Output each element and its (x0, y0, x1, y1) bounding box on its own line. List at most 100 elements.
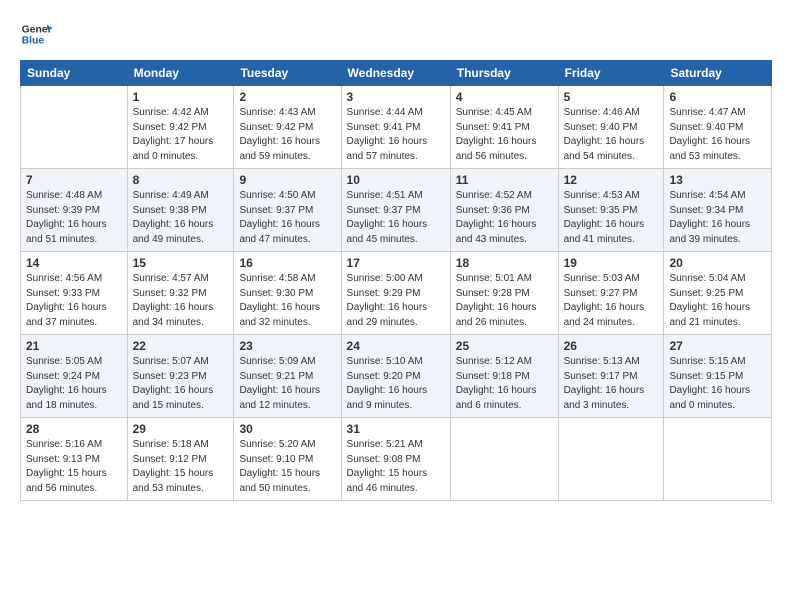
day-number: 22 (133, 339, 229, 353)
day-info: Sunrise: 4:53 AM Sunset: 9:35 PM Dayligh… (564, 189, 659, 247)
calendar-cell (664, 418, 772, 501)
calendar-cell: 19 Sunrise: 5:03 AM Sunset: 9:27 PM Dayli… (558, 252, 664, 335)
day-number: 16 (239, 256, 335, 270)
day-number: 3 (347, 90, 445, 104)
day-info: Sunrise: 4:46 AM Sunset: 9:40 PM Dayligh… (564, 106, 659, 164)
weekday-saturday: Saturday (664, 61, 772, 86)
calendar-cell: 6Sunrise: 4:47 AM Sunset: 9:40 PM Daylig… (664, 86, 772, 169)
day-number: 8 (133, 173, 229, 187)
weekday-wednesday: Wednesday (341, 61, 450, 86)
day-number: 18 (456, 256, 553, 270)
day-info: Sunrise: 4:51 AM Sunset: 9:37 PM Dayligh… (347, 189, 445, 247)
weekday-friday: Friday (558, 61, 664, 86)
day-number: 30 (239, 422, 335, 436)
day-info: Sunrise: 5:13 AM Sunset: 9:17 PM Dayligh… (564, 355, 659, 413)
day-info: Sunrise: 5:07 AM Sunset: 9:23 PM Dayligh… (133, 355, 229, 413)
day-info: Sunrise: 4:44 AM Sunset: 9:41 PM Dayligh… (347, 106, 445, 164)
day-info: Sunrise: 4:49 AM Sunset: 9:38 PM Dayligh… (133, 189, 229, 247)
day-info: Sunrise: 5:10 AM Sunset: 9:20 PM Dayligh… (347, 355, 445, 413)
day-number: 21 (26, 339, 122, 353)
day-number: 2 (239, 90, 335, 104)
day-info: Sunrise: 4:42 AM Sunset: 9:42 PM Dayligh… (133, 106, 229, 164)
calendar-cell: 14 Sunrise: 4:56 AM Sunset: 9:33 PM Dayli… (21, 252, 128, 335)
day-number: 20 (669, 256, 766, 270)
day-number: 5 (564, 90, 659, 104)
calendar-cell: 31Sunrise: 5:21 AM Sunset: 9:08 PM Dayli… (341, 418, 450, 501)
day-info: Sunrise: 4:47 AM Sunset: 9:40 PM Dayligh… (669, 106, 766, 164)
day-number: 26 (564, 339, 659, 353)
calendar-cell: 18 Sunrise: 5:01 AM Sunset: 9:28 PM Dayli… (450, 252, 558, 335)
calendar-cell (450, 418, 558, 501)
calendar-cell: 5 Sunrise: 4:46 AM Sunset: 9:40 PM Daylig… (558, 86, 664, 169)
day-number: 12 (564, 173, 659, 187)
day-number: 23 (239, 339, 335, 353)
day-number: 10 (347, 173, 445, 187)
weekday-sunday: Sunday (21, 61, 128, 86)
day-info: Sunrise: 4:50 AM Sunset: 9:37 PM Dayligh… (239, 189, 335, 247)
day-number: 29 (133, 422, 229, 436)
week-row-4: 21Sunrise: 5:05 AM Sunset: 9:24 PM Dayli… (21, 335, 772, 418)
calendar-cell: 13Sunrise: 4:54 AM Sunset: 9:34 PM Dayli… (664, 169, 772, 252)
day-number: 24 (347, 339, 445, 353)
day-info: Sunrise: 5:16 AM Sunset: 9:13 PM Dayligh… (26, 438, 122, 496)
day-number: 4 (456, 90, 553, 104)
day-info: Sunrise: 5:01 AM Sunset: 9:28 PM Dayligh… (456, 272, 553, 330)
day-info: Sunrise: 5:00 AM Sunset: 9:29 PM Dayligh… (347, 272, 445, 330)
calendar-cell: 2 Sunrise: 4:43 AM Sunset: 9:42 PM Daylig… (234, 86, 341, 169)
day-number: 19 (564, 256, 659, 270)
day-info: Sunrise: 5:12 AM Sunset: 9:18 PM Dayligh… (456, 355, 553, 413)
calendar-cell: 26 Sunrise: 5:13 AM Sunset: 9:17 PM Dayli… (558, 335, 664, 418)
day-info: Sunrise: 4:58 AM Sunset: 9:30 PM Dayligh… (239, 272, 335, 330)
day-number: 11 (456, 173, 553, 187)
day-number: 15 (133, 256, 229, 270)
day-number: 28 (26, 422, 122, 436)
day-number: 14 (26, 256, 122, 270)
day-info: Sunrise: 4:54 AM Sunset: 9:34 PM Dayligh… (669, 189, 766, 247)
calendar-cell: 4 Sunrise: 4:45 AM Sunset: 9:41 PM Daylig… (450, 86, 558, 169)
svg-text:Blue: Blue (22, 36, 45, 47)
calendar-cell: 27Sunrise: 5:15 AM Sunset: 9:15 PM Dayli… (664, 335, 772, 418)
calendar-cell: 12 Sunrise: 4:53 AM Sunset: 9:35 PM Dayli… (558, 169, 664, 252)
day-info: Sunrise: 4:57 AM Sunset: 9:32 PM Dayligh… (133, 272, 229, 330)
calendar-cell: 9Sunrise: 4:50 AM Sunset: 9:37 PM Daylig… (234, 169, 341, 252)
weekday-monday: Monday (127, 61, 234, 86)
week-row-2: 7 Sunrise: 4:48 AM Sunset: 9:39 PM Daylig… (21, 169, 772, 252)
day-info: Sunrise: 5:03 AM Sunset: 9:27 PM Dayligh… (564, 272, 659, 330)
logo-icon: General Blue (20, 18, 52, 50)
calendar-cell: 7 Sunrise: 4:48 AM Sunset: 9:39 PM Daylig… (21, 169, 128, 252)
calendar-cell: 20 Sunrise: 5:04 AM Sunset: 9:25 PM Dayli… (664, 252, 772, 335)
calendar-cell (21, 86, 128, 169)
day-number: 7 (26, 173, 122, 187)
calendar-cell: 11Sunrise: 4:52 AM Sunset: 9:36 PM Dayli… (450, 169, 558, 252)
day-number: 27 (669, 339, 766, 353)
calendar-cell: 24 Sunrise: 5:10 AM Sunset: 9:20 PM Dayli… (341, 335, 450, 418)
header: General Blue (20, 18, 772, 50)
day-info: Sunrise: 4:48 AM Sunset: 9:39 PM Dayligh… (26, 189, 122, 247)
day-info: Sunrise: 5:04 AM Sunset: 9:25 PM Dayligh… (669, 272, 766, 330)
calendar-cell: 1 Sunrise: 4:42 AM Sunset: 9:42 PM Daylig… (127, 86, 234, 169)
weekday-thursday: Thursday (450, 61, 558, 86)
calendar-cell: 30Sunrise: 5:20 AM Sunset: 9:10 PM Dayli… (234, 418, 341, 501)
calendar-cell: 17Sunrise: 5:00 AM Sunset: 9:29 PM Dayli… (341, 252, 450, 335)
week-row-5: 28 Sunrise: 5:16 AM Sunset: 9:13 PM Dayli… (21, 418, 772, 501)
day-number: 31 (347, 422, 445, 436)
calendar-cell: 22 Sunrise: 5:07 AM Sunset: 9:23 PM Dayli… (127, 335, 234, 418)
day-info: Sunrise: 4:56 AM Sunset: 9:33 PM Dayligh… (26, 272, 122, 330)
calendar-cell: 28 Sunrise: 5:16 AM Sunset: 9:13 PM Dayli… (21, 418, 128, 501)
calendar-cell: 15 Sunrise: 4:57 AM Sunset: 9:32 PM Dayli… (127, 252, 234, 335)
day-info: Sunrise: 5:18 AM Sunset: 9:12 PM Dayligh… (133, 438, 229, 496)
calendar-cell: 29 Sunrise: 5:18 AM Sunset: 9:12 PM Dayli… (127, 418, 234, 501)
calendar-cell (558, 418, 664, 501)
weekday-tuesday: Tuesday (234, 61, 341, 86)
calendar-cell: 8 Sunrise: 4:49 AM Sunset: 9:38 PM Daylig… (127, 169, 234, 252)
day-number: 1 (133, 90, 229, 104)
calendar-cell: 21Sunrise: 5:05 AM Sunset: 9:24 PM Dayli… (21, 335, 128, 418)
day-info: Sunrise: 4:45 AM Sunset: 9:41 PM Dayligh… (456, 106, 553, 164)
day-number: 25 (456, 339, 553, 353)
calendar-cell: 10 Sunrise: 4:51 AM Sunset: 9:37 PM Dayli… (341, 169, 450, 252)
weekday-header-row: SundayMondayTuesdayWednesdayThursdayFrid… (21, 61, 772, 86)
calendar-cell: 25 Sunrise: 5:12 AM Sunset: 9:18 PM Dayli… (450, 335, 558, 418)
day-info: Sunrise: 4:43 AM Sunset: 9:42 PM Dayligh… (239, 106, 335, 164)
logo: General Blue (20, 18, 56, 50)
page: General Blue SundayMondayTuesdayWednesda… (0, 0, 792, 612)
